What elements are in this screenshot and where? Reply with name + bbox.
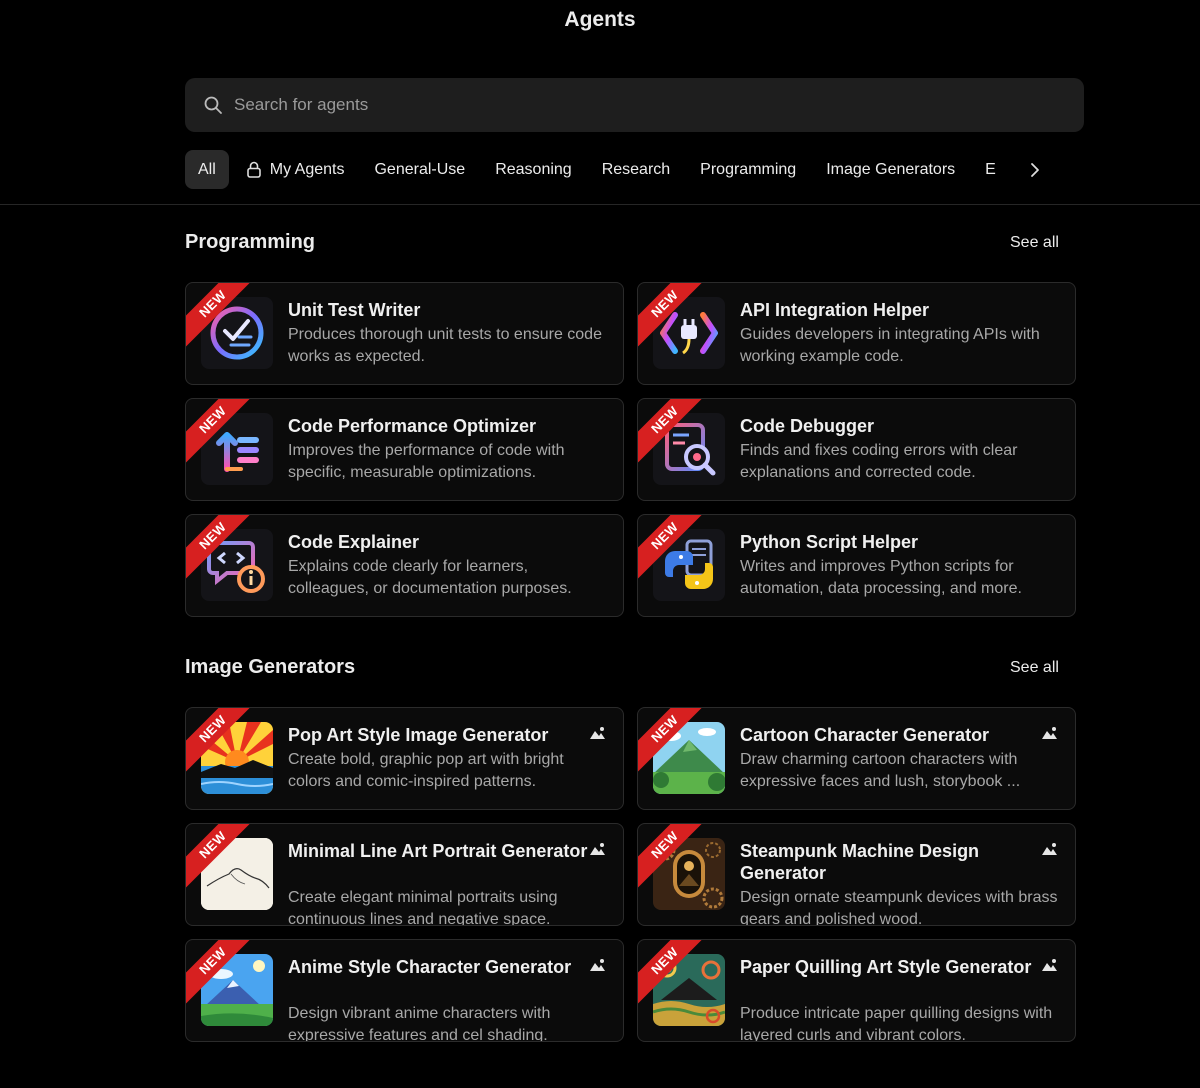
- agent-name: API Integration Helper: [740, 300, 930, 320]
- tab-label: All: [198, 160, 216, 178]
- agent-description: Finds and fixes coding errors with clear…: [740, 442, 1018, 481]
- tab-general-use[interactable]: General-Use: [361, 150, 478, 189]
- agent-description: Produces thorough unit tests to ensure c…: [288, 326, 602, 365]
- see-all-programming-link[interactable]: See all: [1010, 234, 1059, 252]
- chevron-right-icon: [1031, 163, 1039, 177]
- agent-description: Explains code clearly for learners, coll…: [288, 558, 572, 597]
- agent-card-steampunk-machine-design-generator[interactable]: NEW Steampunk Machine Design Generator D…: [637, 823, 1076, 926]
- agent-description: Draw charming cartoon characters with ex…: [740, 751, 1021, 790]
- page-title: Agents: [564, 8, 636, 31]
- search-input[interactable]: [234, 95, 1034, 115]
- tab-research[interactable]: Research: [589, 150, 683, 189]
- agent-description: Produce intricate paper quilling designs…: [740, 1005, 1053, 1042]
- agent-card-code-performance-optimizer[interactable]: NEW Code Performance Optimizer Improves …: [185, 398, 624, 501]
- agent-card-paper-quilling-art-style-generator[interactable]: NEW Paper Quilling Art Style Generator P…: [637, 939, 1076, 1042]
- tab-programming[interactable]: Programming: [687, 150, 809, 189]
- tab-label: E: [985, 160, 996, 178]
- image-generation-icon: [590, 727, 605, 739]
- agent-card-api-integration-helper[interactable]: NEW API Integration Helper Guides develo…: [637, 282, 1076, 385]
- agent-name: Anime Style Character Generator: [288, 957, 572, 977]
- tab-label: Image Generators: [826, 160, 956, 178]
- agent-name: Python Script Helper: [740, 532, 919, 552]
- agent-description: Guides developers in integrating APIs wi…: [740, 326, 1040, 365]
- agent-description: Improves the performance of code with sp…: [288, 442, 565, 481]
- agent-card-python-script-helper[interactable]: NEW Python Script Helper Writes and impr…: [637, 514, 1076, 617]
- agent-name: Pop Art Style Image Generator: [288, 725, 549, 745]
- tab-label: Programming: [700, 160, 797, 178]
- tab-label: Research: [601, 160, 671, 178]
- agent-card-anime-style-character-generator[interactable]: NEW Anime Style Character Generator Desi…: [185, 939, 624, 1042]
- tab-my-agents[interactable]: My Agents: [233, 150, 358, 189]
- section-title-programming: Programming: [185, 231, 316, 253]
- tab-image-generators[interactable]: Image Generators: [813, 150, 968, 189]
- agent-name: Paper Quilling Art Style Generator: [740, 957, 1032, 977]
- image-generation-icon: [1042, 727, 1057, 739]
- tab-label: My Agents: [269, 160, 345, 178]
- category-tabs: All My Agents General-Use Reasoning Rese…: [185, 150, 1025, 189]
- agent-card-pop-art-style-image-generator[interactable]: NEW Pop Art Style Image Generator Create…: [185, 707, 624, 810]
- agent-name: Code Debugger: [740, 416, 875, 436]
- agent-description: Create bold, graphic pop art with bright…: [288, 751, 564, 790]
- agent-description: Design vibrant anime characters with exp…: [288, 1005, 551, 1042]
- search-bar[interactable]: [185, 78, 1084, 132]
- agent-card-code-debugger[interactable]: NEW Code Debugger Finds and fixes coding…: [637, 398, 1076, 501]
- see-all-image-generators-link[interactable]: See all: [1010, 659, 1059, 677]
- image-generation-icon: [1042, 843, 1057, 855]
- agent-description: Design ornate steampunk devices with bra…: [740, 889, 1058, 926]
- search-icon: [204, 96, 222, 114]
- tabs-scroll-right-button[interactable]: [1022, 157, 1048, 183]
- tab-all[interactable]: All: [185, 150, 229, 189]
- agent-name: Cartoon Character Generator: [740, 725, 990, 745]
- agent-card-cartoon-character-generator[interactable]: NEW Cartoon Character Generator Draw cha…: [637, 707, 1076, 810]
- tab-label: General-Use: [374, 160, 466, 178]
- agent-name: Unit Test Writer: [288, 300, 421, 320]
- header-divider: [0, 204, 1200, 205]
- image-generation-icon: [590, 843, 605, 855]
- tab-label: Reasoning: [495, 160, 572, 178]
- agent-card-minimal-line-art-portrait-generator[interactable]: NEW Minimal Line Art Portrait Generator …: [185, 823, 624, 926]
- agent-name: Steampunk Machine Design Generator: [740, 841, 980, 883]
- image-generation-icon: [1042, 959, 1057, 971]
- agent-card-code-explainer[interactable]: NEW Code Explainer Explains code clearly…: [185, 514, 624, 617]
- agent-name: Code Explainer: [288, 532, 420, 552]
- agent-card-unit-test-writer[interactable]: NEW Unit Test Writer Produces thorough u…: [185, 282, 624, 385]
- image-generation-icon: [590, 959, 605, 971]
- section-title-image-generators: Image Generators: [185, 656, 356, 678]
- agent-description: Create elegant minimal portraits using c…: [288, 889, 558, 926]
- lock-icon: [246, 161, 261, 178]
- agent-description: Writes and improves Python scripts for a…: [740, 558, 1022, 597]
- tab-reasoning[interactable]: Reasoning: [482, 150, 585, 189]
- agent-name: Minimal Line Art Portrait Generator: [288, 841, 588, 861]
- agent-name: Code Performance Optimizer: [288, 416, 537, 436]
